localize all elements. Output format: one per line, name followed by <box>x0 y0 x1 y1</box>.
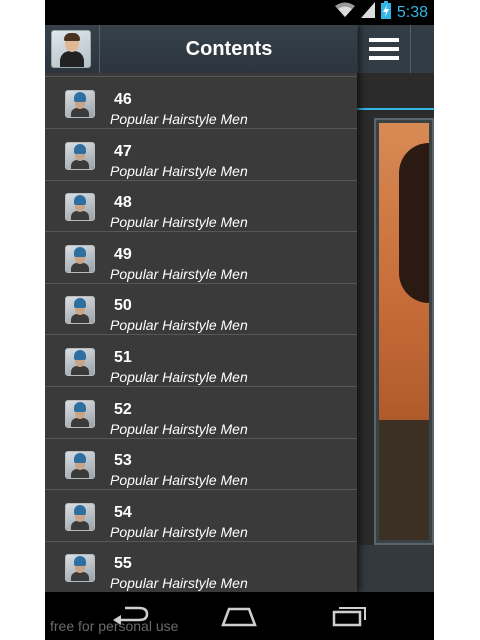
list-item-number: 46 <box>114 91 132 108</box>
list-item-label: Popular Hairstyle Men <box>110 575 248 592</box>
battery-charging-icon <box>380 1 391 24</box>
list-item-label: Popular Hairstyle Men <box>110 111 248 127</box>
hairstyle-thumbnail-icon <box>65 244 95 273</box>
list-item-label: Popular Hairstyle Men <box>110 317 248 334</box>
hairstyle-thumbnail-icon <box>65 399 95 428</box>
home-icon[interactable] <box>214 600 264 632</box>
list-item-label: Popular Hairstyle Men <box>110 265 248 282</box>
list-item-number: 55 <box>114 555 132 573</box>
list-item[interactable]: 55 Popular Hairstyle Men <box>45 541 357 592</box>
list-item-label: Popular Hairstyle Men <box>110 420 248 437</box>
list-item[interactable]: 52 Popular Hairstyle Men <box>45 387 357 439</box>
hairstyle-thumbnail-icon <box>65 348 95 376</box>
list-item-label: Popular Hairstyle Men <box>110 369 248 385</box>
drawer-title: Contents <box>185 38 273 60</box>
drawer-header: Contents <box>45 25 357 73</box>
list-item[interactable]: 46 Popular Hairstyle Men <box>45 77 357 129</box>
status-clock: 5:38 <box>396 3 428 21</box>
list-item-number: 47 <box>114 142 132 160</box>
watermark: free for personal use <box>50 618 179 634</box>
status-bar: 5:38 <box>45 0 434 25</box>
hairstyle-thumbnail-icon <box>65 141 95 170</box>
screen: Contents 46 Popular Hairstyle Men 47 Popula… <box>0 0 480 640</box>
list-item-number: 48 <box>114 194 132 212</box>
list-item[interactable]: 49 Popular Hairstyle Men <box>45 232 357 284</box>
list-item-label: Popular Hairstyle Men <box>110 214 248 231</box>
list-item[interactable]: 54 Popular Hairstyle Men <box>45 490 357 542</box>
list-item-label: Popular Hairstyle Men <box>110 523 248 540</box>
recent-apps-icon[interactable] <box>323 600 373 632</box>
list-item-number: 52 <box>114 400 132 418</box>
header-divider <box>99 25 100 73</box>
list-item[interactable]: 48 Popular Hairstyle Men <box>45 180 357 233</box>
hairstyle-photo[interactable] <box>379 123 429 540</box>
hamburger-menu-icon[interactable] <box>357 25 411 73</box>
contents-list: 46 Popular Hairstyle Men 47 Popular Hairsty… <box>45 73 357 592</box>
hairstyle-thumbnail-icon <box>65 451 95 480</box>
list-item[interactable]: 53 Popular Hairstyle Men <box>45 438 357 491</box>
list-item-number: 50 <box>114 297 132 315</box>
main-footer <box>357 545 434 592</box>
wifi-icon <box>334 2 355 23</box>
navigation-drawer: Contents 46 Popular Hairstyle Men 47 Popula… <box>45 25 357 592</box>
list-item[interactable]: 47 Popular Hairstyle Men <box>45 129 357 181</box>
phone-screen: Contents 46 Popular Hairstyle Men 47 Popula… <box>45 0 434 640</box>
list-item[interactable]: 50 Popular Hairstyle Men <box>45 283 357 336</box>
app-icon[interactable] <box>51 30 91 68</box>
tab-indicator <box>357 108 434 110</box>
list-item-number: 49 <box>114 245 132 263</box>
hairstyle-thumbnail-icon <box>65 90 95 118</box>
list-item-number: 54 <box>114 503 132 521</box>
hairstyle-thumbnail-icon <box>65 193 95 222</box>
hairstyle-thumbnail-icon <box>65 296 95 325</box>
list-item-label: Popular Hairstyle Men <box>110 162 248 179</box>
list-item-label: Popular Hairstyle Men <box>110 472 248 489</box>
hairstyle-thumbnail-icon <box>65 554 95 583</box>
signal-icon <box>360 2 375 23</box>
list-item[interactable]: 51 Popular Hairstyle Men <box>45 335 357 387</box>
hairstyle-photo-frame <box>374 118 434 545</box>
list-item-number: 51 <box>114 349 132 366</box>
hairstyle-thumbnail-icon <box>65 502 95 531</box>
list-item-number: 53 <box>114 452 132 470</box>
